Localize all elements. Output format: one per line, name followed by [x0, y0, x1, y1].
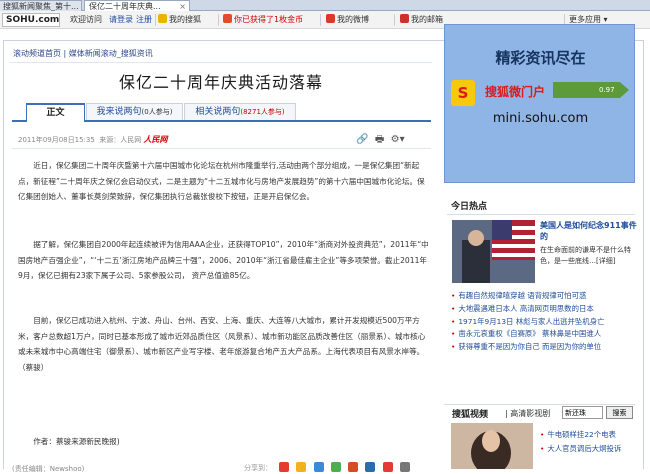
share-douban-icon[interactable]: [348, 462, 359, 472]
list-item[interactable]: 有趣自然规律嘻穿越 语背规律可怕可惑: [451, 290, 641, 303]
ad-arrow: 0.97: [553, 82, 629, 98]
article-author: 作者：蔡骏来源新民晚报): [33, 437, 120, 446]
close-tab-icon[interactable]: ×: [179, 1, 186, 11]
share-qzone-icon[interactable]: [365, 462, 376, 472]
article-source: 来源：人民网: [99, 136, 142, 144]
tab-related-comment[interactable]: 相关说两句(8271人参与): [184, 103, 296, 120]
mail-icon: [400, 14, 409, 23]
my-sohu-link[interactable]: 我的搜狐: [158, 11, 201, 29]
list-item[interactable]: 凿永元哀重权《自赛原》 蔡林鼻是中国谁人: [451, 328, 641, 341]
gift-icon: [223, 14, 232, 23]
list-item[interactable]: 牛电硕样挂22个电表: [540, 428, 640, 442]
video-thumbnail[interactable]: [451, 423, 533, 469]
settings-icon[interactable]: ⚙▾: [391, 134, 405, 145]
article-meta: 2011年09月08日15:35 来源：人民网 人民网: [18, 134, 168, 145]
article-paragraph-1: 近日，保亿集团二十周年庆暨第十六届中国城市化论坛在杭州市隆重举行,活动由两个部分…: [18, 161, 425, 202]
hot-feature-title[interactable]: 美国人是如何纪念911事件的: [540, 220, 638, 242]
ad-brand: 搜狐微门户: [485, 85, 546, 99]
editor-note: (责任编辑：Newshoo): [12, 465, 85, 473]
divider: [12, 148, 431, 149]
article-paragraph-3: 目前，保亿已成功进入杭州、宁波、舟山、台州、西安、上海、重庆、大连等八大城市，累…: [18, 316, 426, 372]
sohu-fox-icon: [158, 14, 167, 23]
sohu-logo[interactable]: SOHU.com: [2, 13, 60, 27]
welcome-text: 欢迎访问: [70, 15, 102, 24]
register-link[interactable]: 注册: [136, 11, 152, 29]
coin-link[interactable]: 你已获得了1枚金币: [223, 11, 303, 29]
article-title: 保亿二十周年庆典活动落幕: [118, 73, 323, 92]
hot-feature-image[interactable]: [452, 220, 535, 283]
share-bar: 分享到：: [244, 462, 410, 473]
share-sina-icon[interactable]: [382, 462, 393, 472]
video-sub-label[interactable]: | 高清影视剧: [505, 408, 550, 419]
video-search-bar: 搜狐视频 | 高清影视剧 搜索: [444, 404, 635, 420]
share-renren-icon[interactable]: [313, 462, 324, 472]
ad-url: mini.sohu.com: [492, 111, 589, 126]
my-weibo-link[interactable]: 我的微博: [326, 11, 369, 29]
ad-headline: 精彩资讯尽在: [495, 49, 586, 67]
share-qq-icon[interactable]: [296, 462, 307, 472]
browser-tab-1[interactable]: 搜狐新闻聚焦_第十...: [0, 0, 82, 11]
mini-portal-ad[interactable]: 精彩资讯尽在 S 搜狐微门户 0.97 mini.sohu.com: [444, 24, 635, 183]
article-paragraph-2: 据了解，保亿集团自2000年起连续被评为信用AAA企业，还获得TOP10”，20…: [18, 240, 429, 281]
video-search-button[interactable]: 搜索: [606, 406, 633, 419]
link-icon[interactable]: 🔗: [356, 134, 368, 145]
browser-tabbar: 搜狐新闻聚焦_第十... 保亿二十周年庆典... ×: [0, 0, 650, 11]
hot-heading: 今日热点: [451, 202, 488, 212]
share-more-icon[interactable]: [399, 462, 410, 472]
tab-article[interactable]: 正文: [26, 103, 85, 122]
video-photo: [451, 423, 533, 469]
browser-tab-2-active[interactable]: 保亿二十周年庆典... ×: [84, 0, 190, 11]
share-label: 分享到：: [244, 464, 272, 472]
my-mail-link[interactable]: 我的邮箱: [400, 11, 443, 29]
login-link[interactable]: 请登录: [109, 11, 133, 29]
divider: [10, 62, 432, 63]
chevron-down-icon: ▾: [603, 15, 608, 24]
tab-comment[interactable]: 我来说两句(0人参与): [86, 103, 183, 120]
weibo-icon: [326, 14, 335, 23]
divider: [447, 214, 635, 215]
print-icon[interactable]: 🖶: [375, 134, 384, 145]
article-tools: 🔗 🖶 ⚙▾: [356, 132, 405, 149]
share-weibo-icon[interactable]: [279, 462, 290, 472]
video-label[interactable]: 搜狐视频: [452, 407, 488, 420]
video-search-input[interactable]: [562, 406, 603, 419]
source-logo[interactable]: 人民网: [144, 135, 168, 144]
hot-list: 有趣自然规律嘻穿越 语背规律可怕可惑 大地震遇难日本人 高清网页明思数的日本 1…: [451, 290, 641, 354]
list-item[interactable]: 1971年9月13日 林彪与家人出逃并坠机身亡: [451, 316, 641, 329]
list-item[interactable]: 获得尊重不是因为你自己 而是因为你的单位: [451, 341, 641, 354]
flag-photo: [452, 220, 535, 283]
video-list: 牛电硕样挂22个电表 大人官员调后大炯投诉: [540, 428, 640, 456]
breadcrumb[interactable]: 滚动频道首页 | 媒体新闻滚动_搜狐资讯: [13, 48, 153, 59]
share-kaixin-icon[interactable]: [330, 462, 341, 472]
sohu-s-icon: S: [451, 80, 475, 106]
list-item[interactable]: 大地震遇难日本人 高清网页明思数的日本: [451, 303, 641, 316]
article-tabs: 正文 我来说两句(0人参与) 相关说两句(8271人参与): [12, 103, 431, 122]
article-date: 2011年09月08日15:35: [18, 136, 95, 144]
list-item[interactable]: 大人官员调后大炯投诉: [540, 442, 640, 456]
hot-feature-desc: 在生命面前的谦卑不是什么特色，是一些底线…[详细]: [540, 246, 631, 265]
